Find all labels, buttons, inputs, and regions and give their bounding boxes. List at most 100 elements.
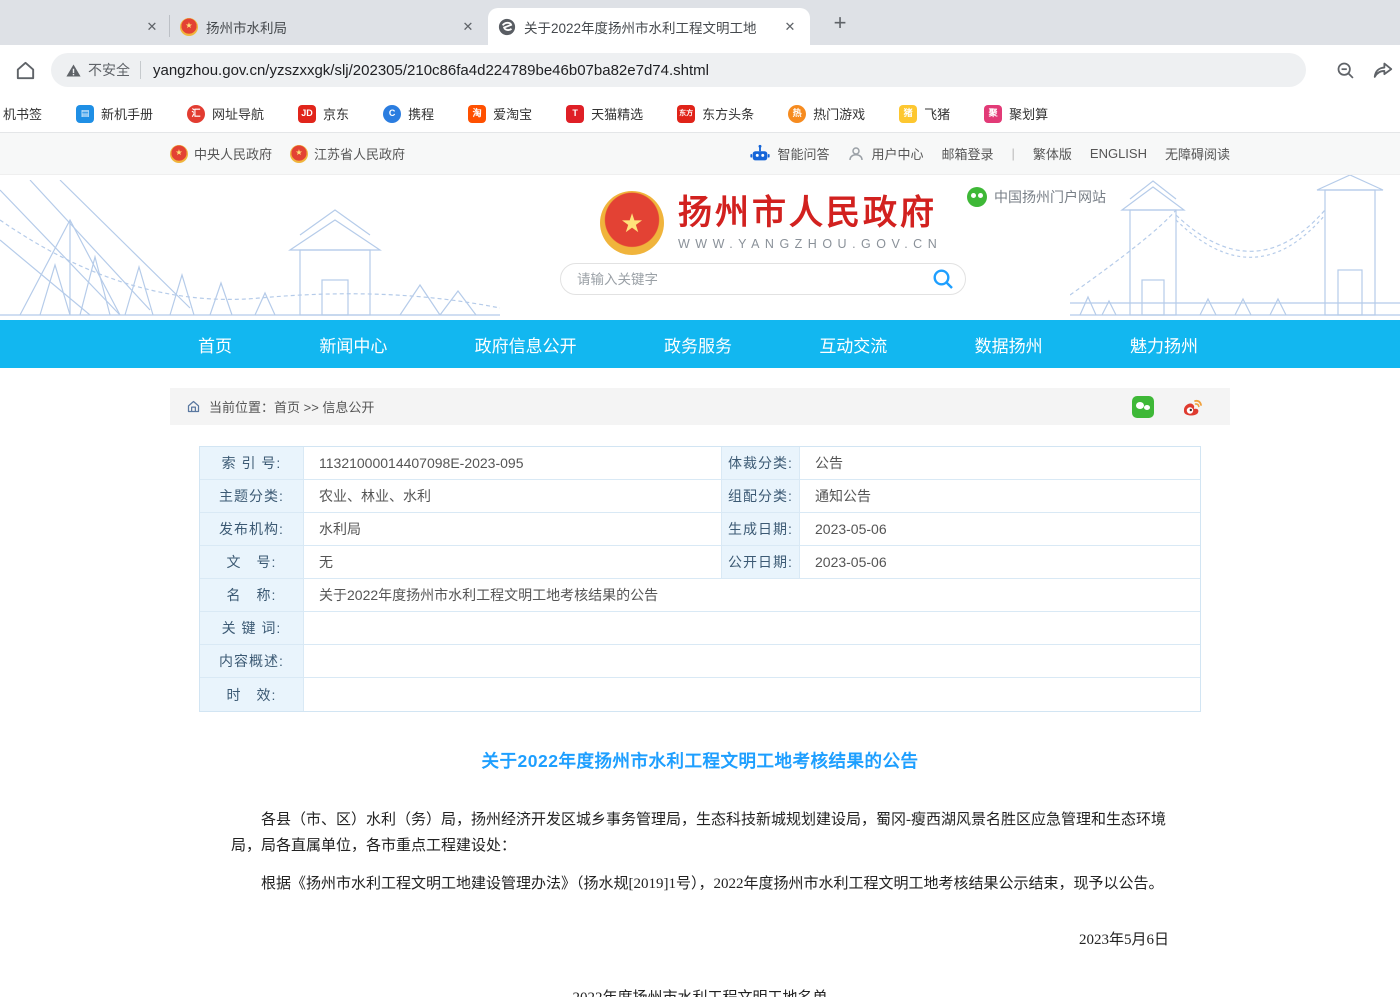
meta-value-summary [304,645,1200,678]
bookmark-item[interactable]: 淘 爱淘宝 [468,104,532,123]
mail-login-link[interactable]: 邮箱登录 [941,144,993,163]
browser-tab-bar: ✕ 扬州市水利局 ✕ 关于2022年度扬州市水利工程文明工地 ✕ + [0,0,1400,45]
bookmark-item[interactable]: 机书签 [3,104,42,123]
meta-label: 生成日期: [722,513,800,546]
address-bar: 不安全 yangzhou.gov.cn/yzszxxgk/slj/202305/… [0,45,1400,95]
nav-item-info-disclosure[interactable]: 政府信息公开 [475,332,577,357]
nav-item-data[interactable]: 数据扬州 [975,332,1043,357]
article-title: 关于2022年度扬州市水利工程文明工地考核结果的公告 [199,748,1201,773]
bookmark-favicon: 汇 [187,105,205,123]
site-logo[interactable]: 扬州市人民政府 WWW.YANGZHOU.GOV.CN [600,191,942,255]
meta-label: 时 效: [200,678,304,711]
article: 关于2022年度扬州市水利工程文明工地考核结果的公告 各县（市、区）水利（务）局… [199,748,1201,997]
site-name: 扬州市人民政府 [678,195,942,232]
header-artwork-left [0,180,500,320]
nav-item-interaction[interactable]: 互动交流 [819,332,887,357]
not-secure-warning-icon[interactable] [65,62,82,79]
meta-value-public-date: 2023-05-06 [800,546,1200,579]
bookmark-favicon: 猪 [899,105,917,123]
url-divider [140,61,141,79]
zoom-out-icon[interactable] [1335,60,1356,81]
bookmark-item[interactable]: 聚 聚划算 [984,104,1048,123]
home-icon [186,399,201,414]
tab-title: 扬州市水利局 [206,17,450,37]
bookmark-label: 聚划算 [1009,104,1048,123]
bookmark-item[interactable]: 汇 网址导航 [187,104,264,123]
site-header: 扬州市人民政府 WWW.YANGZHOU.GOV.CN 中国扬州门户网站 [0,175,1400,320]
smart-qa-label: 智能问答 [777,144,829,163]
accessibility-link[interactable]: 无障碍阅读 [1165,144,1230,163]
close-icon[interactable]: ✕ [458,17,478,37]
wechat-share-icon[interactable] [1132,396,1154,418]
article-date: 2023年5月6日 [231,927,1169,953]
meta-value-doc-number: 无 [304,546,722,579]
bookmark-favicon: 淘 [468,105,486,123]
bookmarks-bar: 机书签 ▤ 新机手册 汇 网址导航 JD 京东 C 携程 淘 爱淘宝 T 天猫精… [0,95,1400,133]
article-body: 各县（市、区）水利（务）局，扬州经济开发区城乡事务管理局，生态科技新城规划建设局… [199,807,1201,997]
security-label[interactable]: 不安全 [88,60,130,80]
close-icon[interactable]: ✕ [142,17,162,37]
link-central-government[interactable]: 中央人民政府 [170,144,272,163]
meta-label: 发布机构: [200,513,304,546]
bookmark-item[interactable]: T 天猫精选 [566,104,643,123]
breadcrumb-location[interactable]: 当前位置：首页 >> 信息公开 [209,397,374,416]
nav-item-charm[interactable]: 魅力扬州 [1130,332,1198,357]
gov-link-label: 中央人民政府 [194,144,272,163]
bookmark-item[interactable]: 猪 飞猪 [899,104,950,123]
gov-link-label: 江苏省人民政府 [314,144,405,163]
nav-item-news[interactable]: 新闻中心 [319,332,387,357]
weibo-share-icon[interactable] [1180,395,1204,419]
smart-qa-link[interactable]: 智能问答 [749,143,829,165]
bookmark-label: 爱淘宝 [493,104,532,123]
url-text[interactable]: yangzhou.gov.cn/yzszxxgk/slj/202305/210c… [153,62,709,79]
url-field[interactable]: 不安全 yangzhou.gov.cn/yzszxxgk/slj/202305/… [51,53,1306,87]
bookmark-label: 飞猪 [924,104,950,123]
bookmark-item[interactable]: ▤ 新机手册 [76,104,153,123]
share-icon[interactable] [1372,59,1394,81]
nav-item-services[interactable]: 政务服务 [664,332,732,357]
separator: | [1012,146,1015,161]
meta-label: 组配分类: [722,480,800,513]
breadcrumb: 当前位置：首页 >> 信息公开 [170,388,1230,425]
browser-tab-active[interactable]: 关于2022年度扬州市水利工程文明工地 ✕ [488,8,810,45]
bookmark-favicon: 热 [788,105,806,123]
bookmark-favicon: 聚 [984,105,1002,123]
search-input[interactable] [577,272,931,287]
bookmark-item[interactable]: 热 热门游戏 [788,104,865,123]
document-metadata-table: 索 引 号: 11321000014407098E-2023-095 体裁分类:… [199,446,1201,712]
browser-window: ✕ 扬州市水利局 ✕ 关于2022年度扬州市水利工程文明工地 ✕ + 不安全 y… [0,0,1400,997]
user-center-link[interactable]: 用户中心 [847,144,923,163]
new-tab-button[interactable]: + [826,9,854,37]
utility-bar: 中央人民政府 江苏省人民政府 智能问答 用户中心 邮箱登录 | 繁体版 [0,133,1400,175]
meta-value-index-number: 11321000014407098E-2023-095 [304,447,722,480]
browser-tab-partial[interactable]: ✕ [0,8,168,45]
meta-value-topic: 农业、林业、水利 [304,480,722,513]
link-jiangsu-government[interactable]: 江苏省人民政府 [290,144,405,163]
bookmark-label: 网址导航 [212,104,264,123]
search-icon[interactable] [931,267,955,291]
article-paragraph: 根据《扬州市水利工程文明工地建设管理办法》（扬水规[2019]1号），2022年… [231,871,1169,897]
bookmark-label: 携程 [408,104,434,123]
bookmark-favicon: T [566,105,584,123]
list-heading: 2022年度扬州市水利工程文明工地名单 [231,985,1169,997]
meta-label: 文 号: [200,546,304,579]
meta-label: 索 引 号: [200,447,304,480]
meta-value-validity [304,678,1200,711]
portal-link[interactable]: 中国扬州门户网站 [967,187,1106,207]
bookmark-item[interactable]: 东方 东方头条 [677,104,754,123]
wechat-portal-icon [967,187,987,207]
bookmark-item[interactable]: C 携程 [383,104,434,123]
home-icon[interactable] [14,59,37,82]
bookmark-label: 热门游戏 [813,104,865,123]
nav-item-home[interactable]: 首页 [198,332,232,357]
english-link[interactable]: ENGLISH [1090,146,1147,161]
meta-label: 公开日期: [722,546,800,579]
gov-emblem-favicon [180,18,198,36]
bookmark-item[interactable]: JD 京东 [298,104,349,123]
browser-tab-shuiliju[interactable]: 扬州市水利局 ✕ [170,8,488,45]
traditional-chinese-link[interactable]: 繁体版 [1033,144,1072,163]
article-paragraph: 各县（市、区）水利（务）局，扬州经济开发区城乡事务管理局，生态科技新城规划建设局… [231,807,1169,859]
meta-label: 主题分类: [200,480,304,513]
close-icon[interactable]: ✕ [780,17,800,37]
site-url: WWW.YANGZHOU.GOV.CN [678,237,942,251]
